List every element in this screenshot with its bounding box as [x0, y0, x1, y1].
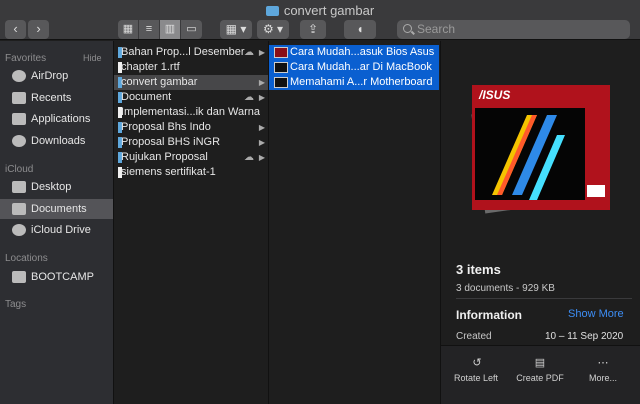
list-view-icon[interactable]: ≡: [139, 20, 160, 39]
list-item[interactable]: Document ☁ ▶: [114, 90, 268, 105]
created-label: Created: [456, 331, 492, 342]
column-view-icon[interactable]: ▥: [160, 20, 181, 39]
search-field[interactable]: Search: [397, 20, 630, 39]
image-thumbnail-icon: [274, 62, 288, 73]
chevron-right-icon: ▶: [258, 123, 265, 132]
list-item[interactable]: Rujukan Proposal ☁ ▶: [114, 150, 268, 165]
column-documents: Bahan Prop...l Desember ☁ ▶ chapter 1.rtf …: [113, 41, 269, 404]
sidebar-section-favorites: Favorites: [5, 53, 47, 64]
chevron-right-icon: ▶: [258, 78, 265, 87]
list-item[interactable]: Cara Mudah...asuk Bios Asus: [269, 45, 439, 60]
search-icon: [403, 24, 412, 33]
create-pdf-button[interactable]: Create PDF: [510, 373, 570, 383]
column-convert-gambar: Cara Mudah...asuk Bios Asus Cara Mudah..…: [269, 41, 441, 404]
sidebar-item-airdrop[interactable]: AirDrop: [0, 66, 113, 86]
grid-icon: ▦ ▾: [225, 22, 247, 36]
list-item[interactable]: Proposal Bhs Indo ▶: [114, 120, 268, 135]
chevron-right-icon: ›: [36, 21, 41, 36]
information-heading: Information: [456, 308, 522, 322]
sidebar-item-applications[interactable]: Applications: [0, 109, 113, 129]
svg-text:/ISUS: /ISUS: [478, 88, 510, 102]
applications-icon: [12, 113, 26, 125]
chevron-right-icon: ▶: [258, 48, 265, 57]
sidebar: Favorites Hide AirDrop Recents Applicati…: [0, 41, 113, 404]
back-button[interactable]: ‹: [5, 20, 26, 39]
disk-icon: [12, 271, 26, 283]
sidebar-item-desktop[interactable]: Desktop: [0, 177, 113, 197]
finder-window: convert gambar ‹ › ▦ ≡ ▥ ▭ ▦ ▾ ⚙ ▾ ⇪ ◖ S…: [0, 0, 640, 404]
action-button[interactable]: ⚙ ▾: [257, 20, 289, 39]
tag-icon: ◖: [356, 22, 364, 36]
list-item[interactable]: Bahan Prop...l Desember ☁ ▶: [114, 45, 268, 60]
list-item[interactable]: Memahami A...r Motherboard: [269, 75, 439, 90]
rotate-left-icon[interactable]: ↺: [471, 357, 483, 369]
cloud-icon: ☁: [244, 152, 254, 163]
document-icon: [12, 203, 26, 215]
sidebar-item-documents[interactable]: Documents: [0, 199, 113, 219]
list-item[interactable]: Implementasi...ik dan Warna: [114, 105, 268, 120]
hide-button[interactable]: Hide: [83, 53, 102, 63]
cloud-icon: ☁: [244, 92, 254, 103]
chevron-right-icon: ▶: [258, 138, 265, 147]
rotate-left-button[interactable]: Rotate Left: [446, 373, 506, 383]
view-mode-control[interactable]: ▦ ≡ ▥ ▭: [118, 20, 202, 39]
list-item[interactable]: chapter 1.rtf: [114, 60, 268, 75]
sidebar-item-downloads[interactable]: Downloads: [0, 131, 113, 151]
ellipsis-icon[interactable]: ⋯: [597, 357, 609, 369]
share-button[interactable]: ⇪: [300, 20, 326, 39]
show-more-link[interactable]: Show More: [568, 308, 624, 320]
sidebar-item-bootcamp[interactable]: BOOTCAMP: [0, 267, 113, 287]
list-item[interactable]: Cara Mudah...ar Di MacBook: [269, 60, 439, 75]
desktop-icon: [12, 181, 26, 193]
list-item[interactable]: siemens sertifikat-1: [114, 165, 268, 180]
item-summary: 3 documents - 929 KB: [456, 283, 555, 294]
preview-image-stack: /ISUS: [471, 85, 610, 214]
cloud-icon: [12, 224, 26, 236]
toolbar: convert gambar ‹ › ▦ ≡ ▥ ▭ ▦ ▾ ⚙ ▾ ⇪ ◖ S…: [0, 0, 640, 40]
sidebar-section-tags: Tags: [5, 299, 27, 310]
download-icon: [12, 135, 26, 147]
cloud-icon: ☁: [244, 47, 254, 58]
list-item[interactable]: Proposal BHS iNGR ▶: [114, 135, 268, 150]
group-button[interactable]: ▦ ▾: [220, 20, 252, 39]
created-value: 10 – 11 Sep 2020: [545, 331, 624, 342]
window-title: convert gambar: [0, 3, 640, 18]
pdf-icon[interactable]: ▤: [534, 357, 546, 369]
gear-icon: ⚙ ▾: [262, 22, 284, 36]
image-thumbnail-icon: [274, 77, 288, 88]
share-icon: ⇪: [307, 22, 319, 36]
divider: [456, 298, 632, 299]
more-button[interactable]: More...: [573, 373, 633, 383]
clock-icon: [12, 92, 26, 104]
gallery-view-icon[interactable]: ▭: [181, 20, 202, 39]
tag-button[interactable]: ◖: [344, 20, 376, 39]
sidebar-item-recents[interactable]: Recents: [0, 88, 113, 108]
icon-view-icon[interactable]: ▦: [118, 20, 139, 39]
chevron-right-icon: ▶: [258, 153, 265, 162]
airdrop-icon: [12, 70, 26, 82]
image-thumbnail-icon: [274, 47, 288, 58]
chevron-left-icon: ‹: [13, 21, 18, 36]
sidebar-section-icloud: iCloud: [5, 164, 34, 175]
folder-icon: [265, 6, 279, 16]
item-count: 3 items: [456, 262, 501, 277]
forward-button[interactable]: ›: [28, 20, 49, 39]
list-item[interactable]: convert gambar ▶: [114, 75, 268, 90]
sidebar-section-locations: Locations: [5, 253, 48, 264]
sidebar-item-icloud-drive[interactable]: iCloud Drive: [0, 220, 113, 240]
chevron-right-icon: ▶: [258, 93, 265, 102]
